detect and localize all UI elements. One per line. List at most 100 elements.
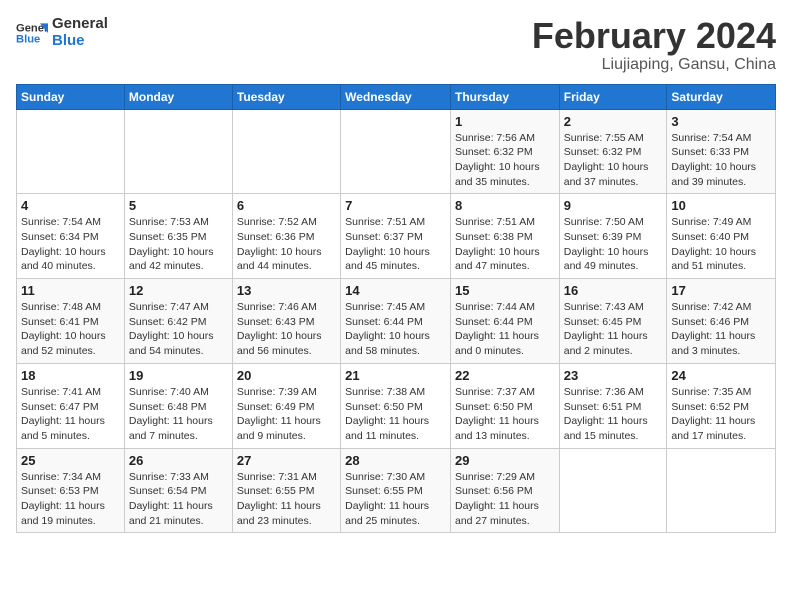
day-info: Sunrise: 7:49 AM Sunset: 6:40 PM Dayligh… [671,215,771,274]
day-info: Sunrise: 7:40 AM Sunset: 6:48 PM Dayligh… [129,385,228,444]
day-number: 6 [237,198,336,213]
calendar-week-4: 18Sunrise: 7:41 AM Sunset: 6:47 PM Dayli… [17,363,776,448]
header-saturday: Saturday [667,84,776,109]
day-info: Sunrise: 7:31 AM Sunset: 6:55 PM Dayligh… [237,470,336,529]
calendar-table: SundayMondayTuesdayWednesdayThursdayFrid… [16,84,776,534]
day-number: 18 [21,368,120,383]
header-thursday: Thursday [450,84,559,109]
day-number: 9 [564,198,663,213]
calendar-cell: 4Sunrise: 7:54 AM Sunset: 6:34 PM Daylig… [17,194,125,279]
logo: General Blue General Blue [16,16,108,49]
day-info: Sunrise: 7:39 AM Sunset: 6:49 PM Dayligh… [237,385,336,444]
calendar-cell: 3 Sunrise: 7:54 AM Sunset: 6:33 PM Daylig… [667,109,776,194]
header-friday: Friday [559,84,667,109]
logo-icon: General Blue [16,17,48,49]
day-number: 24 [671,368,771,383]
calendar-cell: 2Sunrise: 7:55 AM Sunset: 6:32 PM Daylig… [559,109,667,194]
calendar-cell: 27 Sunrise: 7:31 AM Sunset: 6:55 PM Dayli… [232,448,340,533]
day-number: 16 [564,283,663,298]
day-number: 19 [129,368,228,383]
day-number: 12 [129,283,228,298]
day-number: 23 [564,368,663,383]
calendar-subtitle: Liujiaping, Gansu, China [532,56,776,74]
day-number: 2 [564,114,663,129]
day-number: 28 [345,453,446,468]
day-number: 17 [671,283,771,298]
day-number: 15 [455,283,555,298]
header-monday: Monday [124,84,232,109]
calendar-cell: 24 Sunrise: 7:35 AM Sunset: 6:52 PM Dayli… [667,363,776,448]
day-number: 5 [129,198,228,213]
header-tuesday: Tuesday [232,84,340,109]
calendar-cell: 6 Sunrise: 7:52 AM Sunset: 6:36 PM Daylig… [232,194,340,279]
calendar-cell [559,448,667,533]
day-number: 10 [671,198,771,213]
calendar-cell: 5 Sunrise: 7:53 AM Sunset: 6:35 PM Daylig… [124,194,232,279]
day-number: 11 [21,283,120,298]
day-info: Sunrise: 7:29 AM Sunset: 6:56 PM Dayligh… [455,470,555,529]
calendar-cell: 16 Sunrise: 7:43 AM Sunset: 6:45 PM Dayli… [559,279,667,364]
day-number: 25 [21,453,120,468]
header: General Blue General Blue February 2024 … [16,16,776,74]
calendar-cell: 8Sunrise: 7:51 AM Sunset: 6:38 PM Daylig… [450,194,559,279]
calendar-cell: 1 Sunrise: 7:56 AM Sunset: 6:32 PM Daylig… [450,109,559,194]
calendar-cell [124,109,232,194]
calendar-cell: 23Sunrise: 7:36 AM Sunset: 6:51 PM Dayli… [559,363,667,448]
calendar-cell: 28Sunrise: 7:30 AM Sunset: 6:55 PM Dayli… [341,448,451,533]
day-number: 21 [345,368,446,383]
day-number: 7 [345,198,446,213]
calendar-cell: 20 Sunrise: 7:39 AM Sunset: 6:49 PM Dayli… [232,363,340,448]
calendar-cell: 25 Sunrise: 7:34 AM Sunset: 6:53 PM Dayli… [17,448,125,533]
day-info: Sunrise: 7:52 AM Sunset: 6:36 PM Dayligh… [237,215,336,274]
header-sunday: Sunday [17,84,125,109]
calendar-cell: 9 Sunrise: 7:50 AM Sunset: 6:39 PM Daylig… [559,194,667,279]
day-info: Sunrise: 7:54 AM Sunset: 6:33 PM Dayligh… [671,131,771,190]
day-info: Sunrise: 7:42 AM Sunset: 6:46 PM Dayligh… [671,300,771,359]
calendar-cell: 22Sunrise: 7:37 AM Sunset: 6:50 PM Dayli… [450,363,559,448]
calendar-cell: 19 Sunrise: 7:40 AM Sunset: 6:48 PM Dayli… [124,363,232,448]
calendar-header-row: SundayMondayTuesdayWednesdayThursdayFrid… [17,84,776,109]
day-number: 1 [455,114,555,129]
day-info: Sunrise: 7:54 AM Sunset: 6:34 PM Dayligh… [21,215,120,274]
day-info: Sunrise: 7:38 AM Sunset: 6:50 PM Dayligh… [345,385,446,444]
day-number: 13 [237,283,336,298]
calendar-cell: 14Sunrise: 7:45 AM Sunset: 6:44 PM Dayli… [341,279,451,364]
calendar-cell: 21 Sunrise: 7:38 AM Sunset: 6:50 PM Dayli… [341,363,451,448]
day-info: Sunrise: 7:33 AM Sunset: 6:54 PM Dayligh… [129,470,228,529]
calendar-title: February 2024 [532,16,776,56]
calendar-cell: 26 Sunrise: 7:33 AM Sunset: 6:54 PM Dayli… [124,448,232,533]
day-info: Sunrise: 7:34 AM Sunset: 6:53 PM Dayligh… [21,470,120,529]
calendar-cell: 18Sunrise: 7:41 AM Sunset: 6:47 PM Dayli… [17,363,125,448]
day-info: Sunrise: 7:46 AM Sunset: 6:43 PM Dayligh… [237,300,336,359]
day-number: 20 [237,368,336,383]
calendar-cell: 12 Sunrise: 7:47 AM Sunset: 6:42 PM Dayli… [124,279,232,364]
day-info: Sunrise: 7:56 AM Sunset: 6:32 PM Dayligh… [455,131,555,190]
day-number: 26 [129,453,228,468]
day-info: Sunrise: 7:35 AM Sunset: 6:52 PM Dayligh… [671,385,771,444]
calendar-cell: 7 Sunrise: 7:51 AM Sunset: 6:37 PM Daylig… [341,194,451,279]
calendar-cell [667,448,776,533]
calendar-cell [341,109,451,194]
day-info: Sunrise: 7:48 AM Sunset: 6:41 PM Dayligh… [21,300,120,359]
calendar-week-1: 1 Sunrise: 7:56 AM Sunset: 6:32 PM Daylig… [17,109,776,194]
day-info: Sunrise: 7:51 AM Sunset: 6:38 PM Dayligh… [455,215,555,274]
calendar-week-3: 11 Sunrise: 7:48 AM Sunset: 6:41 PM Dayli… [17,279,776,364]
calendar-cell: 11 Sunrise: 7:48 AM Sunset: 6:41 PM Dayli… [17,279,125,364]
day-number: 22 [455,368,555,383]
day-number: 3 [671,114,771,129]
calendar-cell [232,109,340,194]
day-info: Sunrise: 7:45 AM Sunset: 6:44 PM Dayligh… [345,300,446,359]
title-area: February 2024 Liujiaping, Gansu, China [532,16,776,74]
day-info: Sunrise: 7:43 AM Sunset: 6:45 PM Dayligh… [564,300,663,359]
calendar-week-2: 4Sunrise: 7:54 AM Sunset: 6:34 PM Daylig… [17,194,776,279]
day-info: Sunrise: 7:51 AM Sunset: 6:37 PM Dayligh… [345,215,446,274]
logo-blue: Blue [52,33,108,50]
day-number: 27 [237,453,336,468]
calendar-cell: 10 Sunrise: 7:49 AM Sunset: 6:40 PM Dayli… [667,194,776,279]
calendar-week-5: 25 Sunrise: 7:34 AM Sunset: 6:53 PM Dayli… [17,448,776,533]
day-info: Sunrise: 7:50 AM Sunset: 6:39 PM Dayligh… [564,215,663,274]
day-info: Sunrise: 7:47 AM Sunset: 6:42 PM Dayligh… [129,300,228,359]
day-info: Sunrise: 7:44 AM Sunset: 6:44 PM Dayligh… [455,300,555,359]
day-info: Sunrise: 7:53 AM Sunset: 6:35 PM Dayligh… [129,215,228,274]
header-wednesday: Wednesday [341,84,451,109]
